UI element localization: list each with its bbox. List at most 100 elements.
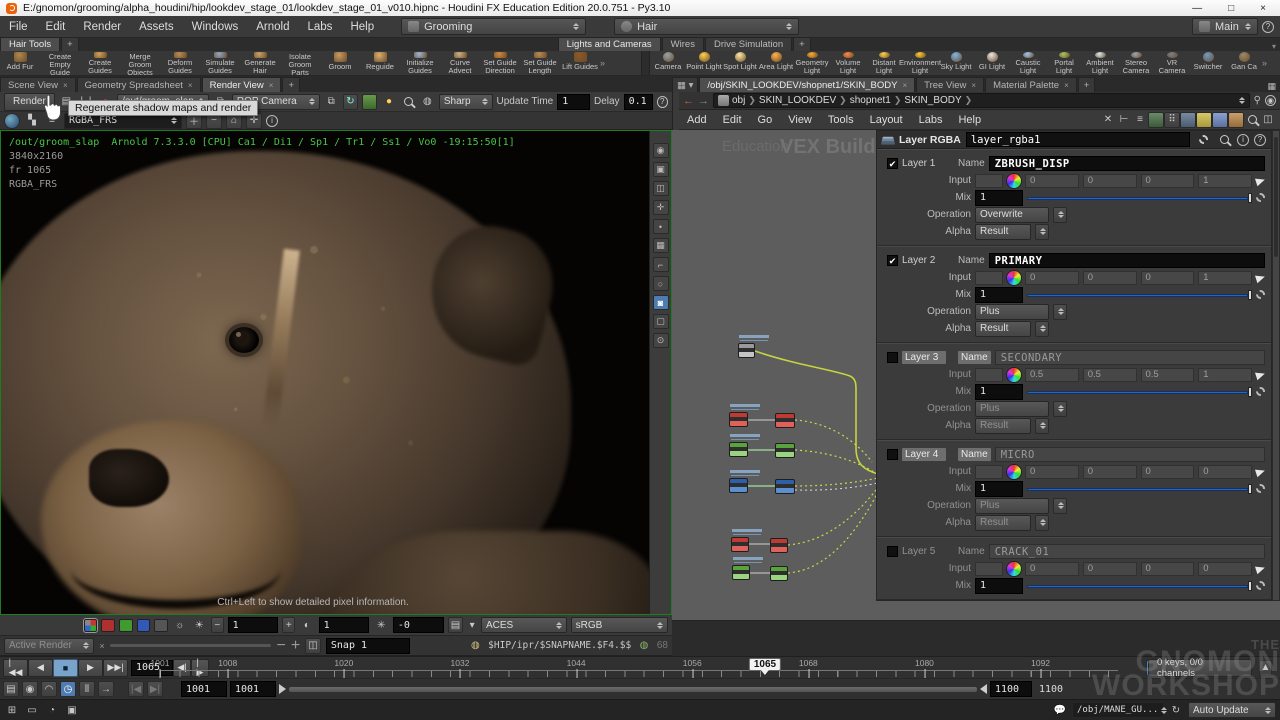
- shelf-tool[interactable]: Isolate Groom Parts: [280, 51, 320, 75]
- breadcrumb[interactable]: obj ❯ SKIN_LOOKDEV ❯ shopnet1 ❯ SKIN_BOD…: [713, 93, 1250, 108]
- alpha-channel-button[interactable]: [154, 619, 168, 632]
- lut-select[interactable]: ACES: [481, 617, 567, 633]
- network-menu-item[interactable]: Go: [750, 114, 781, 126]
- layer-name-field[interactable]: ZBRUSH_DISP: [989, 156, 1265, 171]
- pin-icon[interactable]: ⚲: [1254, 95, 1261, 106]
- layer-name-field[interactable]: MICRO: [995, 447, 1265, 462]
- menu-item[interactable]: Arnold: [247, 21, 298, 33]
- mix-field[interactable]: 1: [975, 190, 1023, 206]
- ramp-icon[interactable]: [1255, 369, 1266, 379]
- forward-arrow-icon[interactable]: →: [698, 95, 709, 107]
- mix-field[interactable]: 1: [975, 481, 1023, 497]
- layer-name-field[interactable]: SECONDARY: [995, 350, 1265, 365]
- gain-minus-button[interactable]: −: [211, 617, 224, 633]
- layer-enable-checkbox[interactable]: [887, 352, 898, 363]
- input-b-field[interactable]: 0: [1141, 271, 1195, 285]
- tick-marks-icon[interactable]: ⫴: [79, 681, 95, 697]
- follow-playbar-icon[interactable]: →: [98, 681, 114, 697]
- alpha-spinner[interactable]: [1035, 418, 1049, 434]
- close-tab-icon[interactable]: ×: [902, 81, 907, 90]
- shelf-tool[interactable]: Area Light: [758, 51, 794, 75]
- network-menu-item[interactable]: Labs: [911, 114, 951, 126]
- color-wheel-icon[interactable]: [1007, 465, 1021, 479]
- menu-item[interactable]: Windows: [183, 21, 248, 33]
- snapshot-blend-slider[interactable]: [110, 644, 272, 647]
- auto-render-icon[interactable]: ↻: [343, 94, 358, 110]
- gamma-icon[interactable]: ◐: [299, 617, 315, 633]
- audio-icon[interactable]: ◉: [22, 681, 38, 697]
- status-clock-icon[interactable]: ◔: [44, 702, 60, 718]
- layer-name-field[interactable]: CRACK_01: [989, 544, 1265, 559]
- operation-spinner[interactable]: [1053, 207, 1067, 223]
- stop-button[interactable]: ■: [53, 659, 78, 677]
- render-viewport[interactable]: /out/groom_slap Arnold 7.3.3.0 [CPU] Ca1…: [0, 130, 672, 615]
- clear-snapshot-icon[interactable]: ×: [99, 641, 104, 651]
- mix-menu-icon[interactable]: [1256, 484, 1265, 493]
- pane-tab[interactable]: Material Palette×: [985, 77, 1077, 92]
- blue-channel-button[interactable]: [137, 619, 151, 632]
- shelf-tool[interactable]: Groom: [320, 51, 360, 75]
- input-blank[interactable]: [975, 174, 1003, 188]
- mix-field[interactable]: 1: [975, 384, 1023, 400]
- range-start-field[interactable]: 1001: [181, 681, 227, 697]
- desktop-select[interactable]: Main: [1192, 18, 1258, 35]
- snapshot-camera-icon[interactable]: ◫: [305, 638, 321, 654]
- status-mouse-icon[interactable]: ▭: [24, 702, 40, 718]
- shelf-tool[interactable]: Sky Light: [938, 51, 974, 75]
- keys-info-button[interactable]: 0 keys, 0/0 channels: [1148, 659, 1252, 677]
- viewport-tool-icon[interactable]: ◉: [653, 143, 669, 158]
- alpha-select[interactable]: Result: [975, 515, 1031, 531]
- alpha-select[interactable]: Result: [975, 224, 1031, 240]
- layer-enable-checkbox[interactable]: [887, 546, 898, 557]
- hierarchy-icon[interactable]: ⊢: [1116, 112, 1132, 128]
- ramp-icon[interactable]: [1255, 563, 1266, 573]
- current-frame-flag[interactable]: 1065: [749, 658, 781, 671]
- blend-plus-icon[interactable]: +: [291, 637, 300, 655]
- message-log-icon[interactable]: 💬: [1052, 702, 1068, 718]
- shelf-tool[interactable]: Lift Guides: [560, 51, 600, 75]
- color-palette-icon[interactable]: [1212, 112, 1228, 128]
- viewport-tool-icon[interactable]: ◙: [653, 295, 669, 310]
- update-time-field[interactable]: 1: [557, 94, 590, 110]
- alpha-select[interactable]: Result: [975, 321, 1031, 337]
- offset-icon[interactable]: ✳: [373, 617, 389, 633]
- close-tab-icon[interactable]: ×: [269, 81, 274, 90]
- add-pane-tab-button[interactable]: +: [282, 77, 300, 92]
- network-menu-item[interactable]: Edit: [715, 114, 750, 126]
- follow-icon[interactable]: ◉: [1265, 95, 1276, 106]
- operation-select[interactable]: Overwrite: [975, 207, 1049, 223]
- mix-menu-icon[interactable]: [1256, 581, 1265, 590]
- mix-slider[interactable]: [1027, 290, 1252, 300]
- shelf-overflow-icon[interactable]: »: [600, 58, 605, 68]
- vop-node[interactable]: [729, 478, 748, 493]
- shelf-tool[interactable]: Add Fur: [0, 51, 40, 75]
- menu-item[interactable]: Labs: [299, 21, 342, 33]
- sphere-icon[interactable]: ◍: [420, 94, 435, 110]
- scope-up-icon[interactable]: ▲: [1259, 660, 1272, 676]
- range-right-handle[interactable]: [980, 684, 987, 694]
- mix-menu-icon[interactable]: [1256, 290, 1265, 299]
- auto-update-select[interactable]: Auto Update: [1188, 702, 1276, 718]
- ramp-icon[interactable]: [1255, 272, 1266, 282]
- find-icon[interactable]: [1244, 112, 1260, 128]
- recook-icon[interactable]: ↻: [1168, 702, 1184, 718]
- operation-spinner[interactable]: [1053, 401, 1067, 417]
- alpha-spinner[interactable]: [1035, 515, 1049, 531]
- shelf-tool[interactable]: Caustic Light: [1010, 51, 1046, 75]
- input-b-field[interactable]: 0: [1141, 562, 1195, 576]
- layer-name-field[interactable]: PRIMARY: [989, 253, 1265, 268]
- input-blank[interactable]: [975, 271, 1003, 285]
- viewport-tool-icon[interactable]: •: [653, 219, 669, 234]
- bright-down-icon[interactable]: ☼: [172, 617, 188, 633]
- gain-plus-button[interactable]: +: [282, 617, 295, 633]
- red-channel-button[interactable]: [101, 619, 115, 632]
- ramp-icon[interactable]: [1255, 175, 1266, 185]
- lights-icon[interactable]: ●: [381, 94, 396, 110]
- range-start2-field[interactable]: 1001: [230, 681, 276, 697]
- gear-icon[interactable]: [1195, 132, 1211, 148]
- color-wheel-icon[interactable]: [1007, 271, 1021, 285]
- gain-field[interactable]: 1: [228, 617, 279, 633]
- pane-tab[interactable]: /obj/SKIN_LOOKDEV/shopnet1/SKIN_BODY×: [699, 77, 915, 92]
- range-end-field[interactable]: 1100: [990, 681, 1032, 697]
- shelf-tool[interactable]: Reguide: [360, 51, 400, 75]
